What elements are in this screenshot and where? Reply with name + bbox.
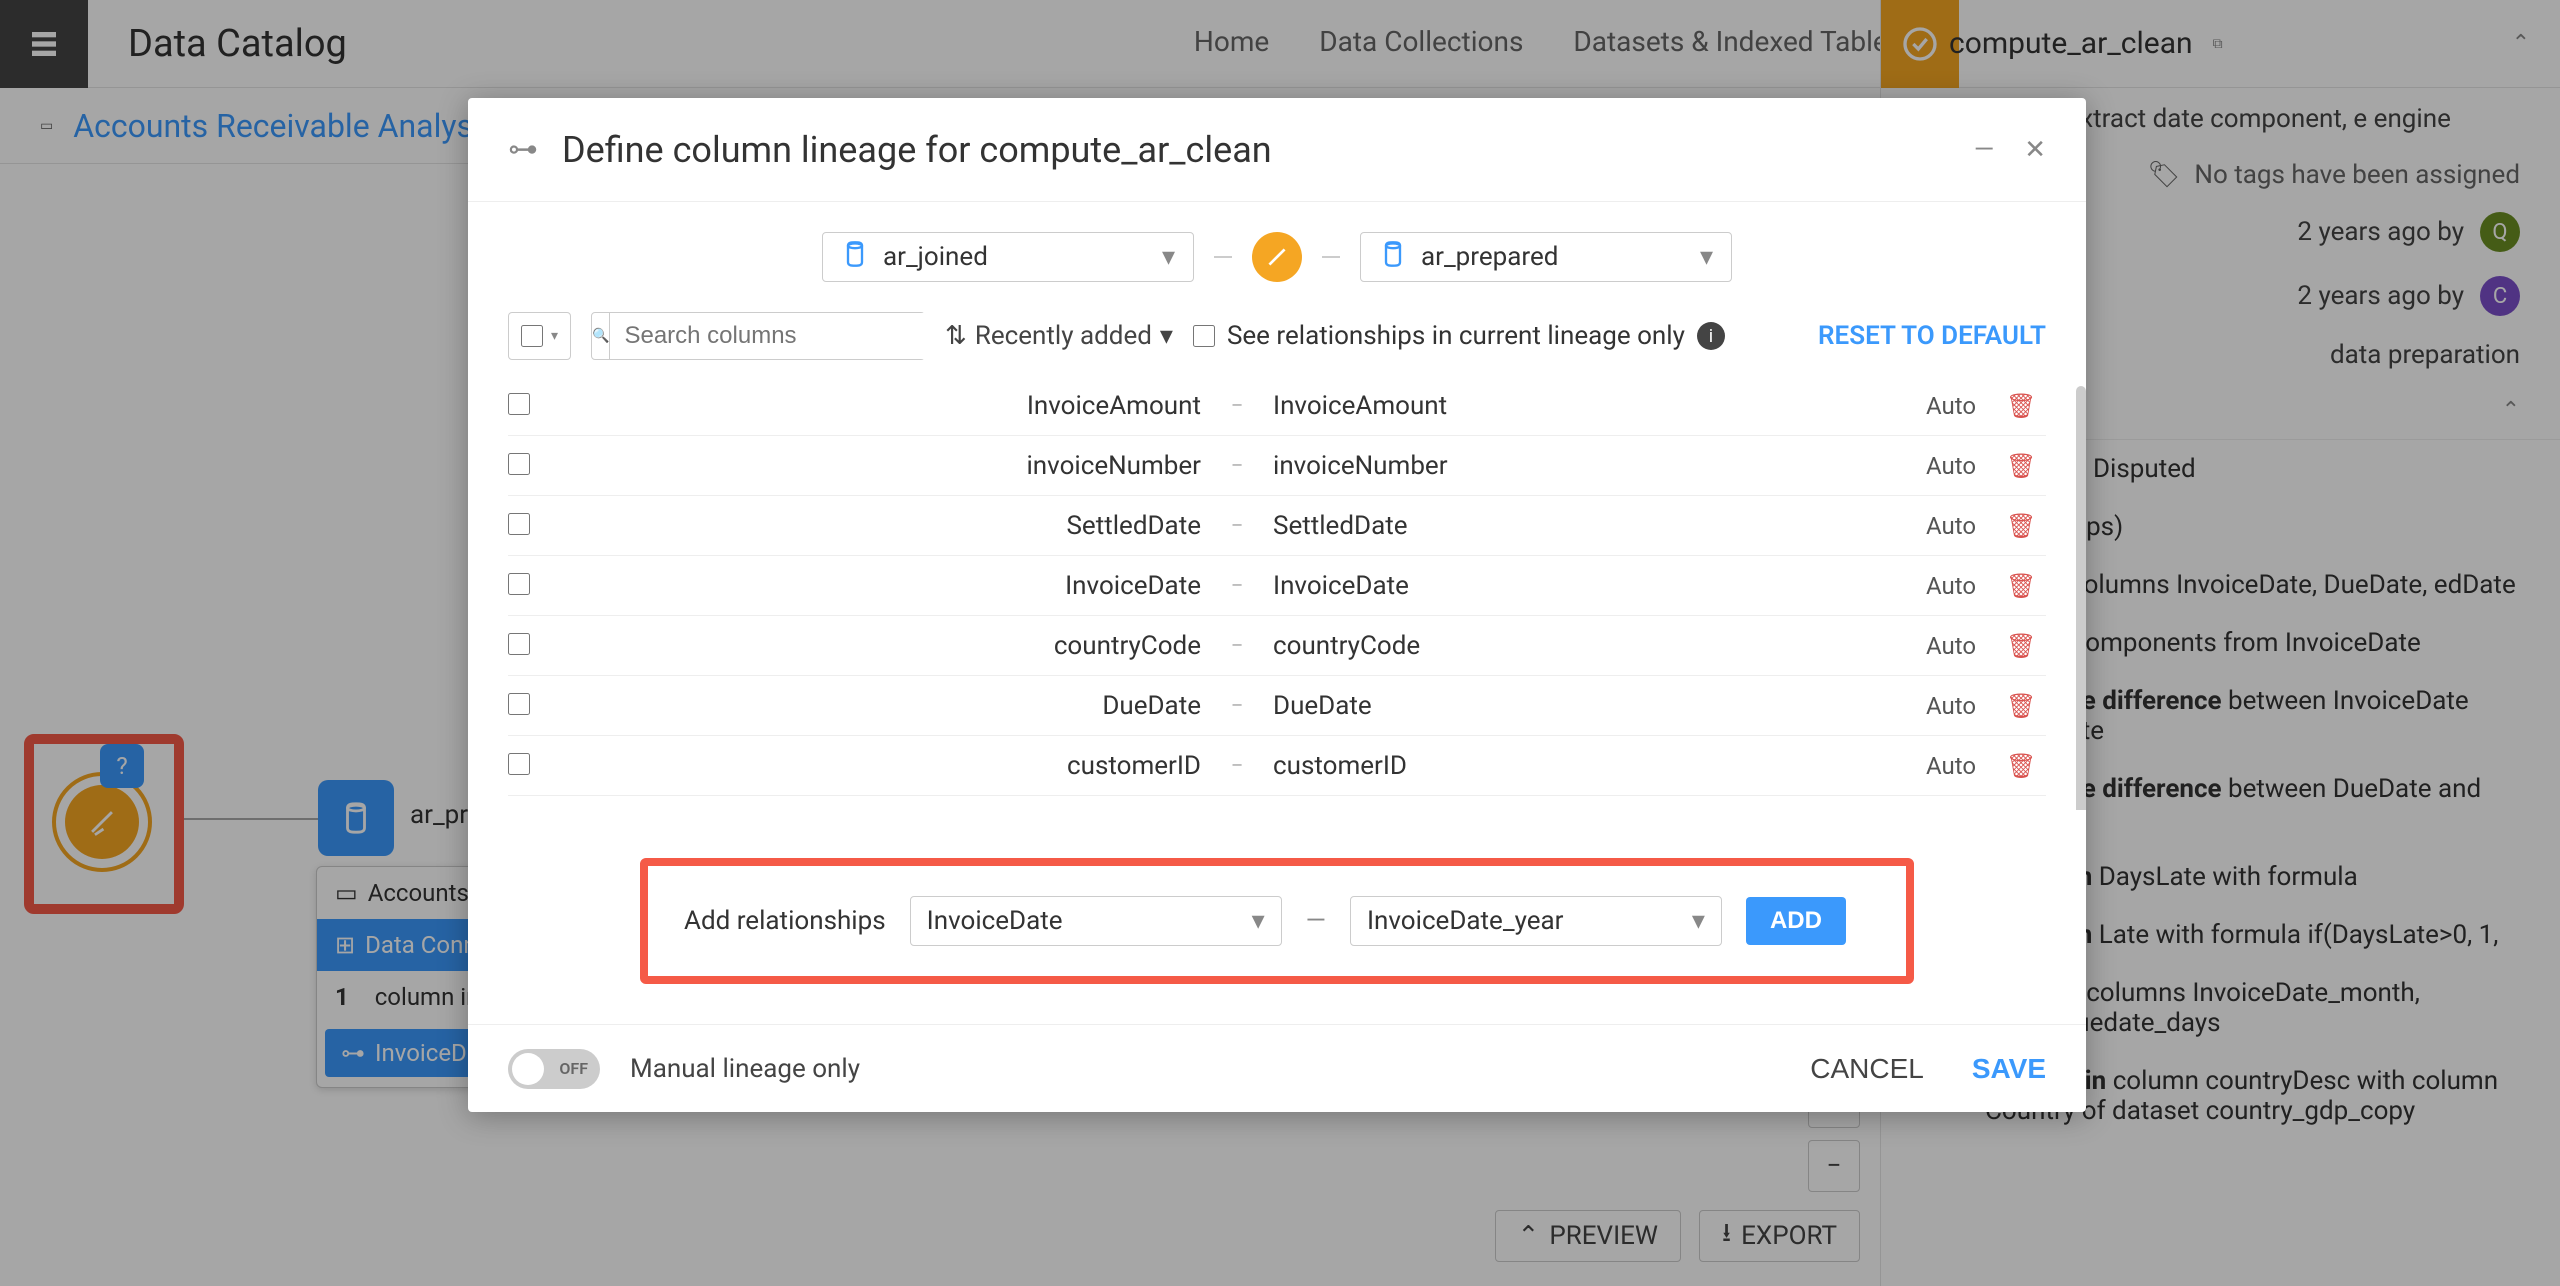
dash-icon: — [1219, 458, 1255, 474]
manual-lineage-toggle[interactable]: OFF [508, 1049, 600, 1089]
mode-label: Auto [1926, 572, 2006, 600]
scrollbar-thumb[interactable] [2076, 386, 2086, 810]
target-column: customerID [1255, 751, 1926, 781]
delete-icon[interactable]: 🗑 [2006, 452, 2046, 480]
lineage-row: InvoiceAmount — InvoiceAmount Auto 🗑 [508, 376, 2046, 436]
lineage-row: countryDesc — countryDesc Auto 🗑 [508, 796, 2046, 810]
info-icon[interactable]: i [1697, 322, 1725, 350]
dash-icon: — [1219, 638, 1255, 654]
source-dataset-select[interactable]: ar_joined ▾ [822, 232, 1194, 282]
add-button[interactable]: ADD [1746, 897, 1846, 945]
see-relationships-label: See relationships in current lineage onl… [1227, 321, 1685, 351]
sort-select[interactable]: ⇅ Recently added ▾ [945, 321, 1173, 351]
delete-icon[interactable]: 🗑 [2006, 692, 2046, 720]
mode-label: Auto [1926, 752, 2006, 780]
add-rel-target-select[interactable]: InvoiceDate_year ▾ [1350, 896, 1722, 946]
source-column: InvoiceAmount [548, 391, 1219, 421]
recipe-connector-icon [1252, 232, 1302, 282]
toggle-label: Manual lineage only [630, 1054, 860, 1084]
row-checkbox[interactable] [508, 693, 530, 715]
minimize-icon[interactable]: — [1974, 135, 1994, 165]
lineage-row: SettledDate — SettledDate Auto 🗑 [508, 496, 2046, 556]
target-column: InvoiceAmount [1255, 391, 1926, 421]
cancel-button[interactable]: CANCEL [1810, 1053, 1924, 1085]
row-checkbox[interactable] [508, 453, 530, 475]
target-column: countryCode [1255, 631, 1926, 661]
add-relationship-highlight: Add relationships InvoiceDate ▾ — Invoic… [640, 858, 1914, 984]
chevron-down-icon: ▾ [1160, 321, 1173, 351]
lineage-modal: ⊶ Define column lineage for compute_ar_c… [468, 98, 2086, 1112]
sort-icon: ⇅ [945, 321, 967, 351]
postgres-icon [1379, 240, 1407, 275]
source-column: customerID [548, 751, 1219, 781]
delete-icon[interactable]: 🗑 [2006, 752, 2046, 780]
dash-icon: — [1219, 398, 1255, 414]
row-checkbox[interactable] [508, 753, 530, 775]
source-column: invoiceNumber [548, 451, 1219, 481]
search-icon: 🔍 [592, 313, 610, 359]
reset-button[interactable]: RESET TO DEFAULT [1818, 321, 2046, 351]
row-checkbox[interactable] [508, 393, 530, 415]
chevron-down-icon: ▾ [1700, 242, 1713, 272]
target-column: SettledDate [1255, 511, 1926, 541]
mode-label: Auto [1926, 692, 2006, 720]
source-column: countryCode [548, 631, 1219, 661]
add-relationship-label: Add relationships [684, 906, 886, 936]
lineage-row: InvoiceDate — InvoiceDate Auto 🗑 [508, 556, 2046, 616]
lineage-row: customerID — customerID Auto 🗑 [508, 736, 2046, 796]
target-column: DueDate [1255, 691, 1926, 721]
mode-label: Auto [1926, 452, 2006, 480]
row-checkbox[interactable] [508, 573, 530, 595]
delete-icon[interactable]: 🗑 [2006, 392, 2046, 420]
chevron-down-icon: ▾ [1252, 906, 1265, 936]
search-input[interactable] [610, 313, 948, 359]
add-rel-source-select[interactable]: InvoiceDate ▾ [910, 896, 1282, 946]
select-all-checkbox[interactable]: ▾ [508, 312, 571, 360]
source-column: SettledDate [548, 511, 1219, 541]
dash-icon: — [1219, 578, 1255, 594]
mode-label: Auto [1926, 392, 2006, 420]
close-icon[interactable]: ✕ [2024, 135, 2046, 165]
delete-icon[interactable]: 🗑 [2006, 512, 2046, 540]
dash-icon: — [1219, 698, 1255, 714]
chevron-down-icon: ▾ [1162, 242, 1175, 272]
dash-icon: — [1219, 518, 1255, 534]
source-column: InvoiceDate [548, 571, 1219, 601]
mode-label: Auto [1926, 512, 2006, 540]
save-button[interactable]: SAVE [1972, 1053, 2046, 1085]
row-checkbox[interactable] [508, 513, 530, 535]
dash-icon: — [1219, 758, 1255, 774]
delete-icon[interactable]: 🗑 [2006, 632, 2046, 660]
delete-icon[interactable]: 🗑 [2006, 572, 2046, 600]
target-column: InvoiceDate [1255, 571, 1926, 601]
source-column: DueDate [548, 691, 1219, 721]
postgres-icon [841, 240, 869, 275]
row-checkbox[interactable] [508, 633, 530, 655]
lineage-icon: ⊶ [508, 132, 538, 167]
target-dataset-select[interactable]: ar_prepared ▾ [1360, 232, 1732, 282]
modal-title: Define column lineage for compute_ar_cle… [562, 129, 1272, 171]
dash-icon: — [1306, 906, 1326, 936]
target-column: invoiceNumber [1255, 451, 1926, 481]
see-relationships-checkbox[interactable] [1193, 325, 1215, 347]
lineage-row: invoiceNumber — invoiceNumber Auto 🗑 [508, 436, 2046, 496]
lineage-row: DueDate — DueDate Auto 🗑 [508, 676, 2046, 736]
chevron-down-icon: ▾ [1692, 906, 1705, 936]
mode-label: Auto [1926, 632, 2006, 660]
lineage-row: countryCode — countryCode Auto 🗑 [508, 616, 2046, 676]
